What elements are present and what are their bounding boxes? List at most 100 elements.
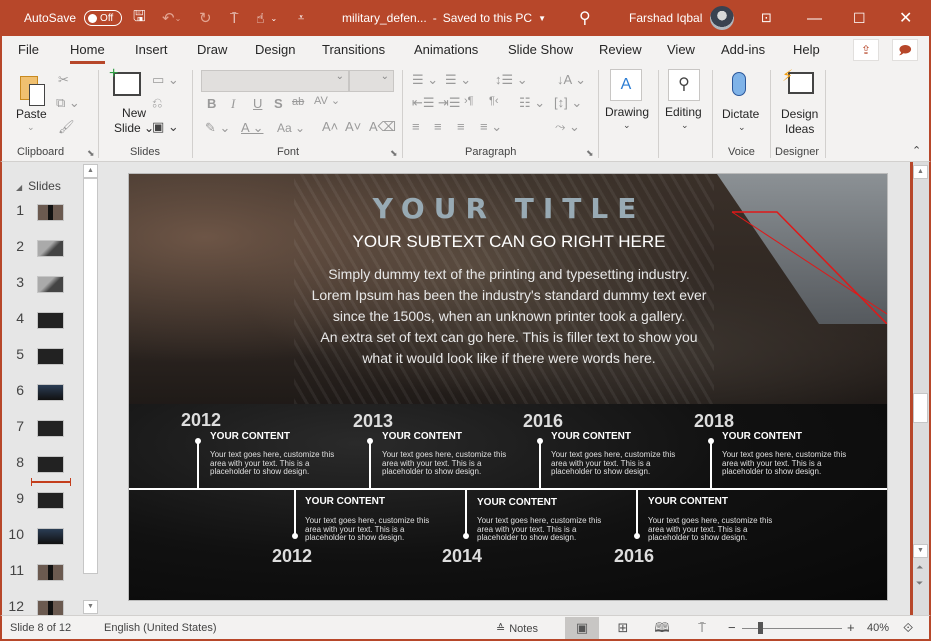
cut-icon[interactable]: ✂ bbox=[58, 72, 69, 88]
autosave-control[interactable]: AutoSave Off bbox=[24, 0, 123, 36]
editor-scrollbar[interactable]: ▲ ▼ ⏶ ⏷ bbox=[913, 162, 929, 615]
undo-icon[interactable]: ↶ ⌄ bbox=[162, 0, 181, 36]
share-button[interactable]: ⇪ bbox=[853, 39, 879, 61]
scroll-down-button[interactable]: ▼ bbox=[83, 600, 98, 614]
bullets-icon[interactable]: ☰ ⌄ bbox=[412, 72, 438, 88]
decrease-indent-icon[interactable]: ⇤☰ bbox=[412, 95, 435, 111]
copy-icon[interactable]: ⧉ ⌄ bbox=[56, 95, 80, 111]
rtl-icon[interactable]: ¶‹ bbox=[489, 95, 499, 107]
slide-thumbnail-11[interactable]: 11 bbox=[2, 562, 84, 582]
underline-icon[interactable]: U bbox=[253, 96, 262, 111]
reading-view-button[interactable]: 🕮 bbox=[645, 617, 679, 639]
tab-home[interactable]: Home bbox=[70, 42, 105, 64]
align-text-icon[interactable]: [↕] ⌄ bbox=[554, 95, 582, 111]
normal-view-button[interactable]: ▣ bbox=[565, 617, 599, 639]
tab-view[interactable]: View bbox=[667, 42, 695, 57]
zoom-in-button[interactable]: + bbox=[847, 620, 855, 635]
font-name-select[interactable] bbox=[201, 70, 349, 92]
search-icon[interactable]: ⚲ bbox=[579, 0, 591, 36]
decrease-font-icon[interactable]: A˅ bbox=[345, 119, 361, 134]
avatar[interactable] bbox=[710, 0, 734, 36]
collapse-ribbon-icon[interactable]: ⌃ bbox=[912, 144, 921, 157]
line-spacing-icon[interactable]: ↕☰ ⌄ bbox=[495, 72, 528, 88]
slide-body-text[interactable]: Simply dummy text of the printing and ty… bbox=[279, 264, 739, 369]
slide-sorter-view-button[interactable]: ⊞ bbox=[606, 617, 640, 639]
zoom-slider-thumb[interactable] bbox=[758, 622, 763, 634]
scroll-down-button[interactable]: ▼ bbox=[913, 544, 928, 558]
slide-thumbnail-2[interactable]: 2 bbox=[2, 238, 84, 258]
tab-add-ins[interactable]: Add-ins bbox=[721, 42, 765, 57]
tab-slide-show[interactable]: Slide Show bbox=[508, 42, 573, 57]
tab-review[interactable]: Review bbox=[599, 42, 642, 57]
tab-animations[interactable]: Animations bbox=[414, 42, 478, 57]
zoom-out-button[interactable]: − bbox=[728, 620, 736, 635]
fit-to-window-icon[interactable]: ⟐ bbox=[903, 620, 913, 636]
highlight-icon[interactable]: ✎ ⌄ bbox=[205, 120, 230, 136]
slide-thumbnail-10[interactable]: 10 bbox=[2, 526, 84, 546]
tab-design[interactable]: Design bbox=[255, 42, 295, 57]
clipboard-launcher-icon[interactable]: ⬊ bbox=[87, 148, 95, 159]
scroll-up-button[interactable]: ▲ bbox=[83, 164, 98, 178]
align-center-icon[interactable]: ≡ bbox=[434, 119, 442, 134]
document-title[interactable]: military_defen... - Saved to this PC ▼ bbox=[342, 0, 546, 36]
reset-slide-icon[interactable]: ⎌ bbox=[152, 95, 162, 111]
slide-thumbnail-4[interactable]: 4 bbox=[2, 310, 84, 330]
slide-thumbnail-3[interactable]: 3 bbox=[2, 274, 84, 294]
slides-pane-scrollbar-thumb[interactable] bbox=[83, 178, 98, 574]
font-size-select[interactable] bbox=[349, 70, 394, 92]
bold-icon[interactable]: B bbox=[207, 96, 216, 111]
slides-pane-header[interactable]: ◢ Slides bbox=[16, 179, 61, 193]
slide-thumbnail-7[interactable]: 7 bbox=[2, 418, 84, 438]
layout-icon[interactable]: ▭ ⌄ bbox=[152, 72, 179, 88]
slideshow-view-button[interactable]: ⍑ bbox=[685, 617, 719, 639]
font-launcher-icon[interactable]: ⬊ bbox=[390, 148, 398, 159]
next-slide-icon[interactable]: ⏷ bbox=[916, 578, 923, 589]
close-icon[interactable]: ✕ bbox=[899, 0, 912, 36]
tab-file[interactable]: File bbox=[18, 42, 39, 57]
columns-icon[interactable]: ☷ ⌄ bbox=[519, 95, 545, 111]
editor-scroll-thumb[interactable] bbox=[913, 393, 928, 423]
tab-transitions[interactable]: Transitions bbox=[322, 42, 385, 57]
customize-qat-icon[interactable]: ⩡ bbox=[298, 0, 304, 36]
align-right-icon[interactable]: ≡ bbox=[457, 119, 465, 134]
justify-icon[interactable]: ≡ ⌄ bbox=[480, 119, 502, 135]
previous-slide-icon[interactable]: ⏶ bbox=[916, 562, 923, 573]
character-spacing-icon[interactable]: AV ⌄ bbox=[314, 94, 340, 107]
minimize-icon[interactable]: — bbox=[807, 0, 822, 36]
ltr-icon[interactable]: ›¶ bbox=[464, 95, 474, 107]
slide-thumbnail-5[interactable]: 5 bbox=[2, 346, 84, 366]
user-name[interactable]: Farshad Iqbal bbox=[629, 0, 702, 36]
format-painter-icon[interactable]: 🖌 bbox=[58, 119, 75, 135]
zoom-level[interactable]: 40% bbox=[867, 622, 889, 634]
slide-title[interactable]: YOUR TITLE bbox=[129, 192, 887, 225]
paragraph-launcher-icon[interactable]: ⬊ bbox=[586, 148, 594, 159]
scroll-up-button[interactable]: ▲ bbox=[913, 165, 928, 179]
comments-button[interactable]: 🗩 bbox=[892, 39, 918, 61]
notes-button[interactable]: ≙ Notes bbox=[496, 622, 538, 635]
maximize-icon[interactable]: ☐ bbox=[853, 0, 866, 36]
slide-thumbnail-6[interactable]: 6 bbox=[2, 382, 84, 402]
smartart-icon[interactable]: ⤳ ⌄ bbox=[555, 119, 580, 135]
save-icon[interactable]: 🖫 bbox=[133, 0, 146, 36]
ribbon-display-options-icon[interactable]: ⊡ bbox=[761, 0, 772, 36]
numbering-icon[interactable]: ☰ ⌄ bbox=[445, 72, 471, 88]
shadow-icon[interactable]: S bbox=[274, 96, 283, 111]
current-slide[interactable]: YOUR TITLE YOUR SUBTEXT CAN GO RIGHT HER… bbox=[128, 173, 888, 601]
change-case-icon[interactable]: Aa ⌄ bbox=[277, 121, 305, 135]
slide-subtitle[interactable]: YOUR SUBTEXT CAN GO RIGHT HERE bbox=[129, 232, 887, 252]
autosave-toggle[interactable]: Off bbox=[84, 10, 123, 26]
increase-indent-icon[interactable]: ⇥☰ bbox=[438, 95, 461, 111]
section-icon[interactable]: ▣ ⌄ bbox=[152, 119, 179, 135]
slide-thumbnail-8[interactable]: 8 bbox=[2, 454, 84, 474]
text-direction-icon[interactable]: ↓A ⌄ bbox=[557, 72, 586, 88]
tab-insert[interactable]: Insert bbox=[135, 42, 168, 57]
slide-thumbnail-1[interactable]: 1 bbox=[2, 202, 84, 222]
touch-mode-icon[interactable]: ☝ ⌄ bbox=[256, 0, 277, 36]
tab-draw[interactable]: Draw bbox=[197, 42, 227, 57]
clear-formatting-icon[interactable]: A⌫ bbox=[369, 119, 396, 135]
italic-icon[interactable]: I bbox=[231, 96, 235, 112]
align-left-icon[interactable]: ≡ bbox=[412, 119, 420, 134]
slide-thumbnail-9[interactable]: 9 bbox=[2, 490, 84, 510]
increase-font-icon[interactable]: A˄ bbox=[322, 119, 338, 134]
language-indicator[interactable]: English (United States) bbox=[104, 622, 217, 634]
